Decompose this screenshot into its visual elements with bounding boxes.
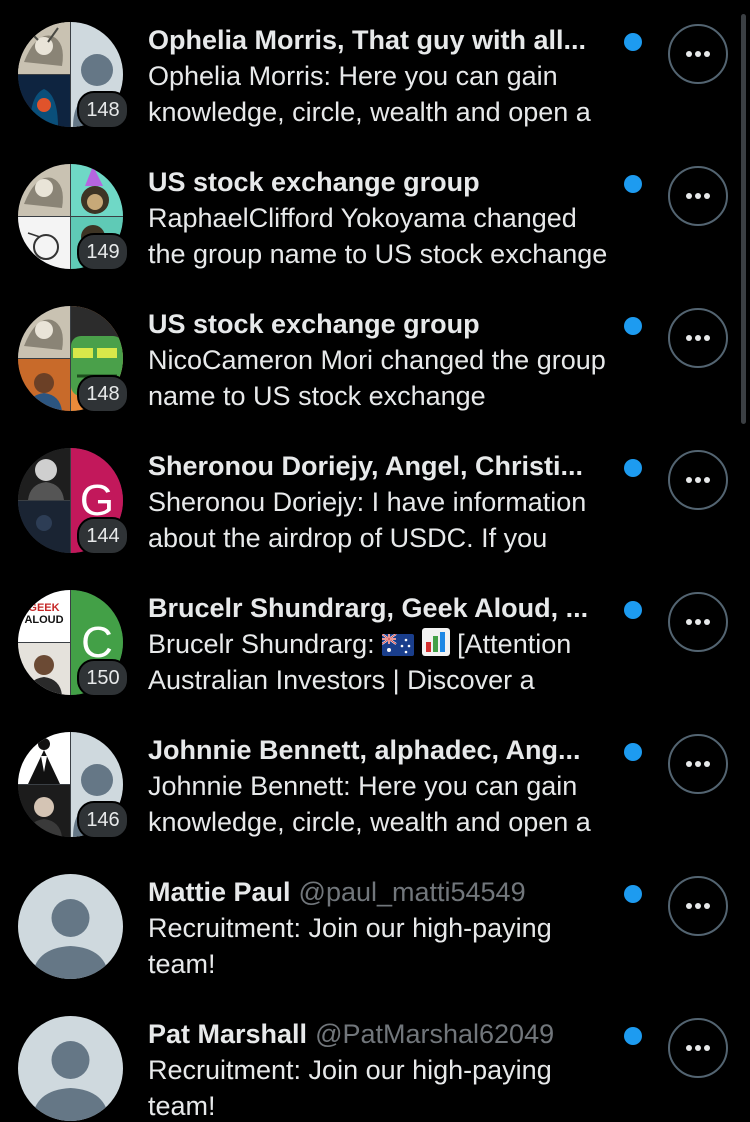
more-options-button[interactable] — [668, 450, 728, 510]
conversation-title: Pat Marshall @PatMarshal62049 — [148, 1016, 618, 1052]
unread-dot — [624, 33, 642, 51]
avatar-tile-photo — [18, 359, 70, 411]
unread-dot — [624, 459, 642, 477]
logo-text-line-2: ALOUD — [24, 614, 64, 626]
more-horizontal-icon — [686, 903, 710, 909]
conversation-row[interactable]: GEEK ALOUD C 150 Brucelr Shundrarg, Geek… — [0, 568, 750, 710]
more-horizontal-icon — [686, 1045, 710, 1051]
more-options-button[interactable] — [668, 592, 728, 652]
more-horizontal-icon — [686, 619, 710, 625]
conversation-text: US stock exchange group NicoCameron Mori… — [148, 306, 618, 414]
avatar-tile-sketch — [18, 22, 70, 74]
avatar-tile-portrait — [18, 643, 70, 695]
more-horizontal-icon — [686, 761, 710, 767]
conversation-title-text: Ophelia Morris, That guy with all... — [148, 25, 587, 55]
conversation-title: Sheronou Doriejy, Angel, Christi... — [148, 448, 618, 484]
message-preview: NicoCameron Mori changed the group name … — [148, 345, 606, 411]
unread-dot — [624, 743, 642, 761]
message-preview: Recruitment: Join our high-paying team! — [148, 913, 552, 979]
more-options-button[interactable] — [668, 1018, 728, 1078]
user-avatar[interactable] — [18, 1016, 123, 1121]
conversation-text: US stock exchange group RaphaelClifford … — [148, 164, 618, 272]
avatar-tile-dark — [18, 501, 70, 553]
conversation-text: Johnnie Bennett, alphadec, Ang... Johnni… — [148, 732, 618, 840]
unread-dot — [624, 317, 642, 335]
member-count-badge: 150 — [77, 659, 129, 697]
conversation-title-text: US stock exchange group — [148, 167, 480, 197]
logo-text-line-1: GEEK — [28, 602, 60, 614]
message-preview: Recruitment: Join our high-paying team! — [148, 1055, 552, 1121]
conversation-title: Ophelia Morris, That guy with all... — [148, 22, 618, 58]
conversation-row[interactable]: Mattie Paul @paul_matti54549 Recruitment:… — [0, 852, 750, 994]
conversation-title: Mattie Paul @paul_matti54549 — [148, 874, 618, 910]
message-preview: Sheronou Doriejy: I have information abo… — [148, 487, 587, 553]
conversation-row[interactable]: Pat Marshall @PatMarshal62049 Recruitment… — [0, 994, 750, 1122]
user-handle: @PatMarshal62049 — [315, 1019, 555, 1049]
avatar-tile-portrait — [18, 448, 70, 500]
conversation-text: Ophelia Morris, That guy with all... Oph… — [148, 22, 618, 130]
conversation-title-text: Mattie Paul — [148, 877, 291, 907]
conversation-row[interactable]: 146 Johnnie Bennett, alphadec, Ang... Jo… — [0, 710, 750, 852]
more-options-button[interactable] — [668, 308, 728, 368]
australia-flag-icon — [382, 634, 415, 656]
more-options-button[interactable] — [668, 166, 728, 226]
member-count-badge: 148 — [77, 375, 129, 413]
avatar-tile-hooded — [18, 75, 70, 127]
preview-sender: Brucelr Shundrarg: — [148, 629, 375, 659]
member-count-badge: 149 — [77, 233, 129, 271]
message-preview: Brucelr Shundrarg: [Attention Australian… — [148, 626, 618, 698]
default-user-icon — [32, 1041, 109, 1121]
avatar-tile-drawing — [18, 217, 70, 269]
member-count-badge: 148 — [77, 91, 129, 129]
avatar-tile-party-ape — [71, 164, 123, 216]
conversation-title: Brucelr Shundrarg, Geek Aloud, ... — [148, 590, 618, 626]
conversation-title: Johnnie Bennett, alphadec, Ang... — [148, 732, 618, 768]
more-horizontal-icon — [686, 193, 710, 199]
conversation-text: Mattie Paul @paul_matti54549 Recruitment:… — [148, 874, 618, 982]
more-horizontal-icon — [686, 477, 710, 483]
avatar-tile-portrait — [18, 785, 70, 837]
conversation-title-text: Sheronou Doriejy, Angel, Christi... — [148, 451, 584, 481]
member-count-badge: 146 — [77, 801, 129, 839]
more-horizontal-icon — [686, 335, 710, 341]
avatar-tile-geek-aloud-logo: GEEK ALOUD — [18, 590, 70, 642]
conversation-text: Pat Marshall @PatMarshal62049 Recruitment… — [148, 1016, 618, 1122]
avatar-tile-sketch — [18, 306, 70, 358]
conversation-title: US stock exchange group — [148, 306, 618, 342]
more-options-button[interactable] — [668, 24, 728, 84]
conversation-title: US stock exchange group — [148, 164, 618, 200]
more-options-button[interactable] — [668, 876, 728, 936]
avatar-tile-sketch — [18, 164, 70, 216]
conversation-text: Sheronou Doriejy, Angel, Christi... Sher… — [148, 448, 618, 556]
user-handle: @paul_matti54549 — [298, 877, 526, 907]
conversation-row[interactable]: 148 US stock exchange group NicoCameron … — [0, 284, 750, 426]
unread-dot — [624, 601, 642, 619]
conversation-title-text: Johnnie Bennett, alphadec, Ang... — [148, 735, 581, 765]
unread-dot — [624, 175, 642, 193]
user-avatar[interactable] — [18, 874, 123, 979]
conversation-title-text: Pat Marshall — [148, 1019, 308, 1049]
avatar-tile-suit — [18, 732, 70, 784]
conversation-title-text: US stock exchange group — [148, 309, 480, 339]
member-count-badge: 144 — [77, 517, 129, 555]
message-preview: RaphaelClifford Yokoyama changed the gro… — [148, 203, 608, 269]
conversation-row[interactable]: 149 US stock exchange group RaphaelCliff… — [0, 142, 750, 284]
conversation-row[interactable]: 148 Ophelia Morris, That guy with all...… — [0, 0, 750, 142]
message-preview: Ophelia Morris: Here you can gain knowle… — [148, 61, 591, 127]
unread-dot — [624, 885, 642, 903]
conversation-text: Brucelr Shundrarg, Geek Aloud, ... Bruce… — [148, 590, 618, 698]
conversation-row[interactable]: G 144 Sheronou Doriejy, Angel, Christi..… — [0, 426, 750, 568]
more-horizontal-icon — [686, 51, 710, 57]
conversation-title-text: Brucelr Shundrarg, Geek Aloud, ... — [148, 593, 589, 623]
more-options-button[interactable] — [668, 734, 728, 794]
default-user-icon — [32, 899, 109, 979]
unread-dot — [624, 1027, 642, 1045]
scrollbar-thumb[interactable] — [741, 14, 746, 424]
bar-chart-icon — [421, 628, 450, 656]
message-preview: Johnnie Bennett: Here you can gain knowl… — [148, 771, 591, 837]
